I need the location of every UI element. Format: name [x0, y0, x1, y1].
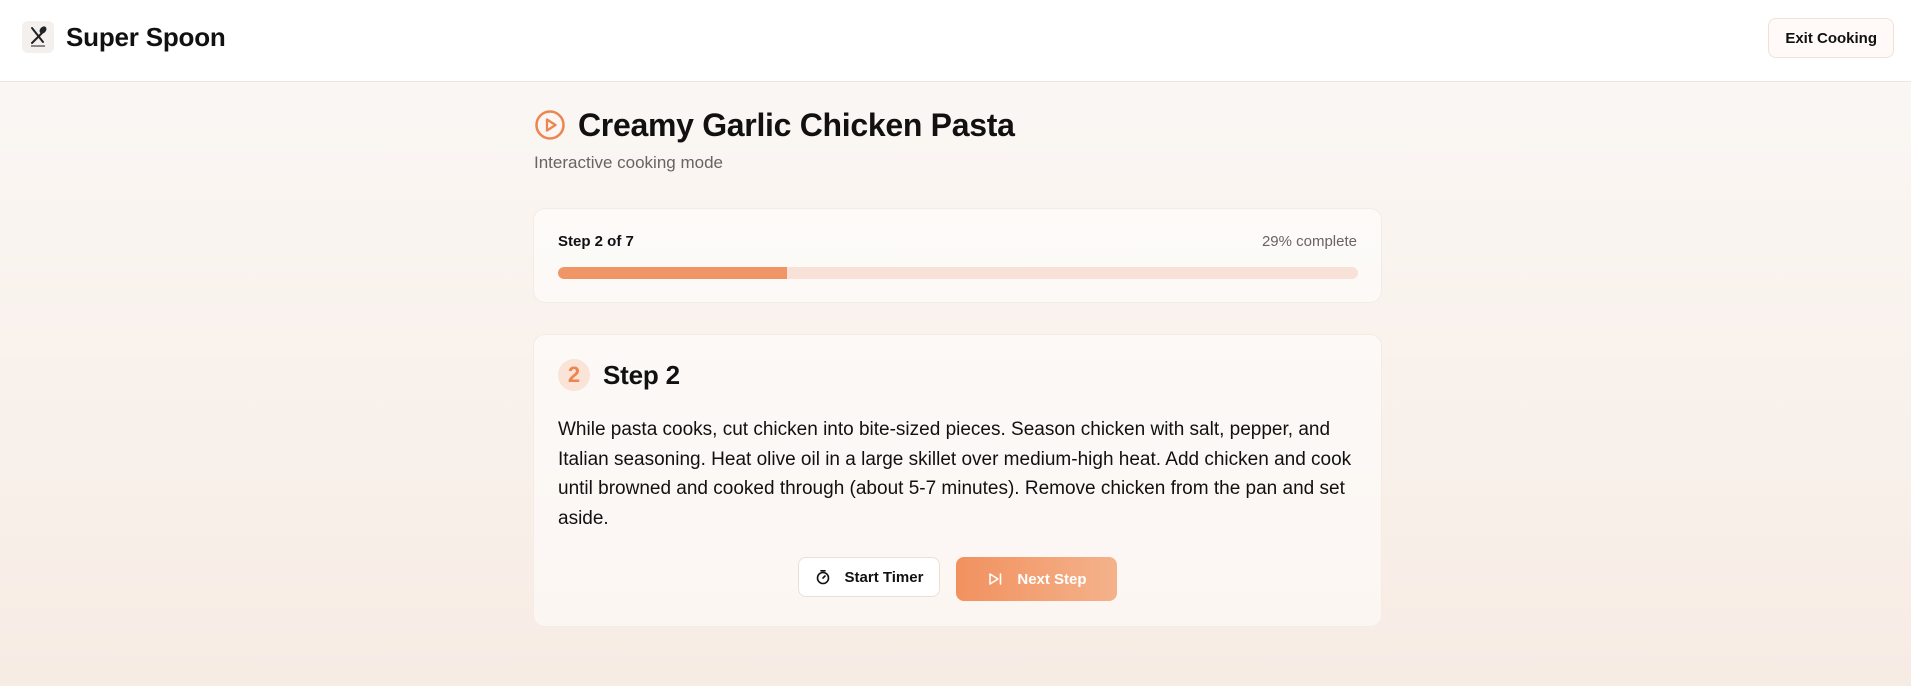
stopwatch-icon [815, 569, 831, 585]
start-timer-button[interactable]: Start Timer [797, 557, 941, 597]
play-circle-icon [534, 109, 566, 141]
step-number-badge: 2 [558, 359, 590, 391]
step-header: 2 Step 2 [558, 359, 680, 391]
recipe-title-row: Creamy Garlic Chicken Pasta [534, 107, 1015, 143]
next-step-button[interactable]: Next Step [956, 557, 1118, 601]
step-card: 2 Step 2 While pasta cooks, cut chicken … [533, 334, 1382, 627]
skip-forward-icon [987, 571, 1003, 587]
exit-cooking-button[interactable]: Exit Cooking [1768, 18, 1894, 58]
step-instructions: While pasta cooks, cut chicken into bite… [558, 419, 1352, 529]
fork-spoon-icon[interactable] [22, 21, 54, 53]
progress-card: Step 2 of 7 29% complete [533, 208, 1382, 303]
step-counter: Step 2 of 7 [558, 233, 634, 250]
next-step-label: Next Step [1017, 570, 1087, 588]
app-header: Super Spoon Exit Cooking [0, 0, 1911, 82]
app-name[interactable]: Super Spoon [66, 22, 226, 52]
recipe-title: Creamy Garlic Chicken Pasta [578, 107, 1015, 143]
progress-bar-fill [558, 267, 787, 279]
progress-percent: 29% complete [1261, 233, 1357, 250]
step-actions: Start Timer Next Step [534, 557, 1381, 601]
start-timer-label: Start Timer [844, 568, 924, 586]
step-title: Step 2 [603, 359, 680, 390]
recipe-subtitle: Interactive cooking mode [534, 153, 723, 172]
progress-bar [558, 267, 1358, 279]
